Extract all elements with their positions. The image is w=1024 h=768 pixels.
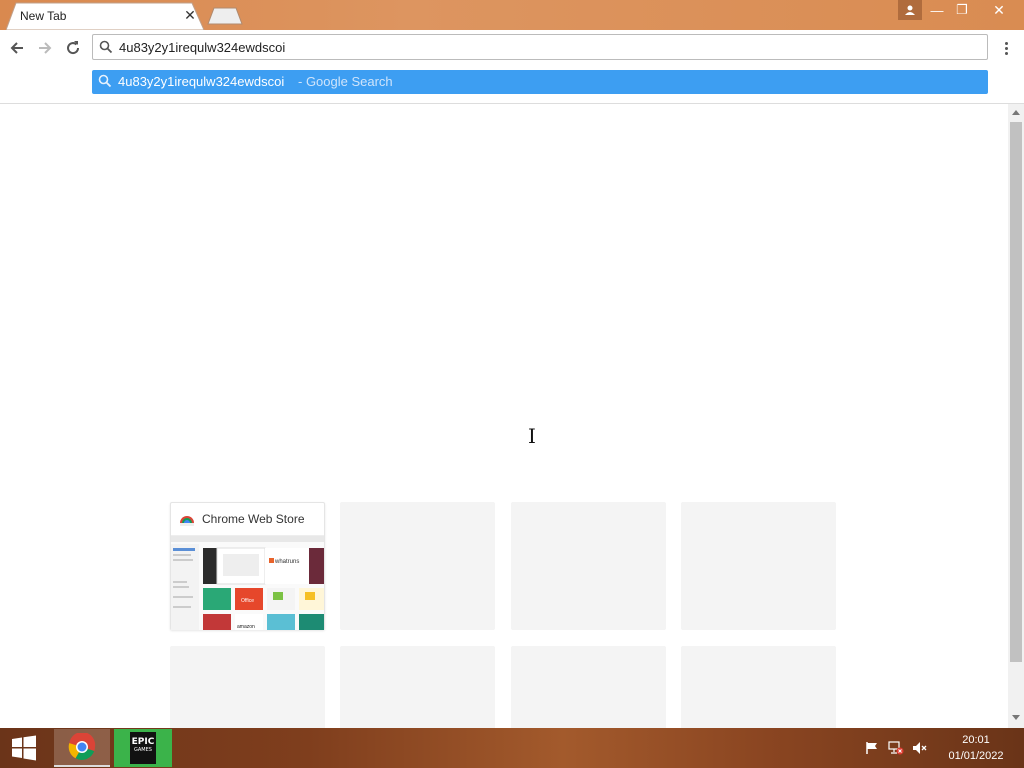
- omnibox-input[interactable]: [119, 35, 979, 59]
- taskbar-epic-games[interactable]: EPIC GAMES: [114, 729, 172, 767]
- chrome-web-store-icon: [180, 516, 194, 526]
- scroll-up-button[interactable]: [1008, 106, 1024, 118]
- volume-muted-icon[interactable]: [912, 740, 928, 756]
- most-visited-tile-empty: [681, 502, 836, 630]
- browser-toolbar: [0, 30, 1024, 64]
- new-tab-button[interactable]: [206, 7, 244, 25]
- most-visited-tile-empty: [170, 646, 325, 728]
- epic-logo-subtext: GAMES: [134, 747, 152, 753]
- most-visited-tile-empty: [511, 646, 666, 728]
- scrollbar-thumb[interactable]: [1010, 122, 1022, 662]
- most-visited-tile-empty: [681, 646, 836, 728]
- most-visited-tile-chrome-web-store[interactable]: Chrome Web Store whatruns Office amazon: [170, 502, 325, 630]
- clock-time: 20:01: [962, 734, 990, 746]
- back-button[interactable]: [6, 37, 28, 59]
- maximize-button[interactable]: ❐: [950, 0, 974, 20]
- clock-date: 01/01/2022: [948, 750, 1004, 762]
- speaker-mute-icon: [913, 742, 927, 754]
- epic-games-icon: EPIC GAMES: [130, 732, 156, 764]
- close-window-button[interactable]: ✕: [976, 0, 1022, 20]
- caret-down-icon: [1012, 715, 1020, 720]
- system-clock[interactable]: 20:01 01/01/2022: [940, 732, 1012, 764]
- text-cursor-icon: I: [528, 424, 536, 448]
- search-suggestion[interactable]: 4u83y2y1irequlw324ewdscoi - Google Searc…: [92, 70, 988, 94]
- title-bar: New Tab ✕ — ❐ ✕: [0, 0, 1024, 30]
- whatruns-text: whatruns: [274, 559, 299, 565]
- page-scrollbar[interactable]: [1008, 104, 1024, 728]
- minimize-button[interactable]: —: [926, 0, 948, 20]
- search-icon: [98, 74, 112, 88]
- most-visited-tile-empty: [340, 502, 495, 630]
- tile-title: Chrome Web Store: [202, 512, 305, 526]
- tab-close-icon[interactable]: ✕: [182, 7, 198, 23]
- action-center-icon[interactable]: [864, 740, 880, 756]
- web-store-screenshot: whatruns Office amazon: [171, 536, 324, 630]
- network-disconnected-icon: [888, 741, 904, 755]
- windows-logo-icon: [12, 735, 36, 761]
- caret-up-icon: [1012, 110, 1020, 115]
- tile-thumbnail: whatruns Office amazon: [171, 535, 324, 630]
- amazon-text: amazon: [237, 624, 255, 630]
- scroll-down-button[interactable]: [1008, 712, 1024, 724]
- windows-taskbar: EPIC GAMES 20:01 01/01/2022: [0, 728, 1024, 768]
- flag-icon: [866, 742, 877, 754]
- forward-button[interactable]: [34, 37, 56, 59]
- new-tab-icon: [207, 7, 243, 25]
- user-icon: [905, 5, 915, 15]
- omnibox-dropdown: 4u83y2y1irequlw324ewdscoi - Google Searc…: [0, 64, 1024, 104]
- new-tab-page: I Chrome Web Store whatruns Office amazo…: [0, 104, 1008, 728]
- arrow-left-icon: [10, 42, 23, 54]
- reload-button[interactable]: [62, 37, 84, 59]
- menu-dot-icon: [1004, 51, 1008, 55]
- taskbar-chrome[interactable]: [54, 729, 110, 767]
- reload-icon: [67, 41, 80, 55]
- menu-dot-icon: [1004, 46, 1008, 50]
- search-icon: [99, 40, 113, 54]
- user-profile-button[interactable]: [898, 0, 922, 20]
- network-icon[interactable]: [888, 740, 904, 756]
- most-visited-tile-empty: [511, 502, 666, 630]
- tab-new-tab[interactable]: New Tab ✕: [6, 2, 206, 30]
- menu-dot-icon: [1004, 41, 1008, 45]
- tab-title: New Tab: [20, 9, 67, 23]
- most-visited-tile-empty: [340, 646, 495, 728]
- suggestion-suffix: - Google Search: [298, 74, 393, 89]
- chrome-menu-button[interactable]: [998, 37, 1014, 59]
- office-text: Office: [241, 598, 254, 604]
- arrow-right-icon: [39, 42, 52, 54]
- omnibox[interactable]: [92, 34, 988, 60]
- start-button[interactable]: [0, 728, 48, 768]
- epic-logo-text: EPIC: [131, 737, 155, 747]
- chrome-icon: [68, 733, 96, 761]
- suggestion-query: 4u83y2y1irequlw324ewdscoi: [118, 74, 285, 89]
